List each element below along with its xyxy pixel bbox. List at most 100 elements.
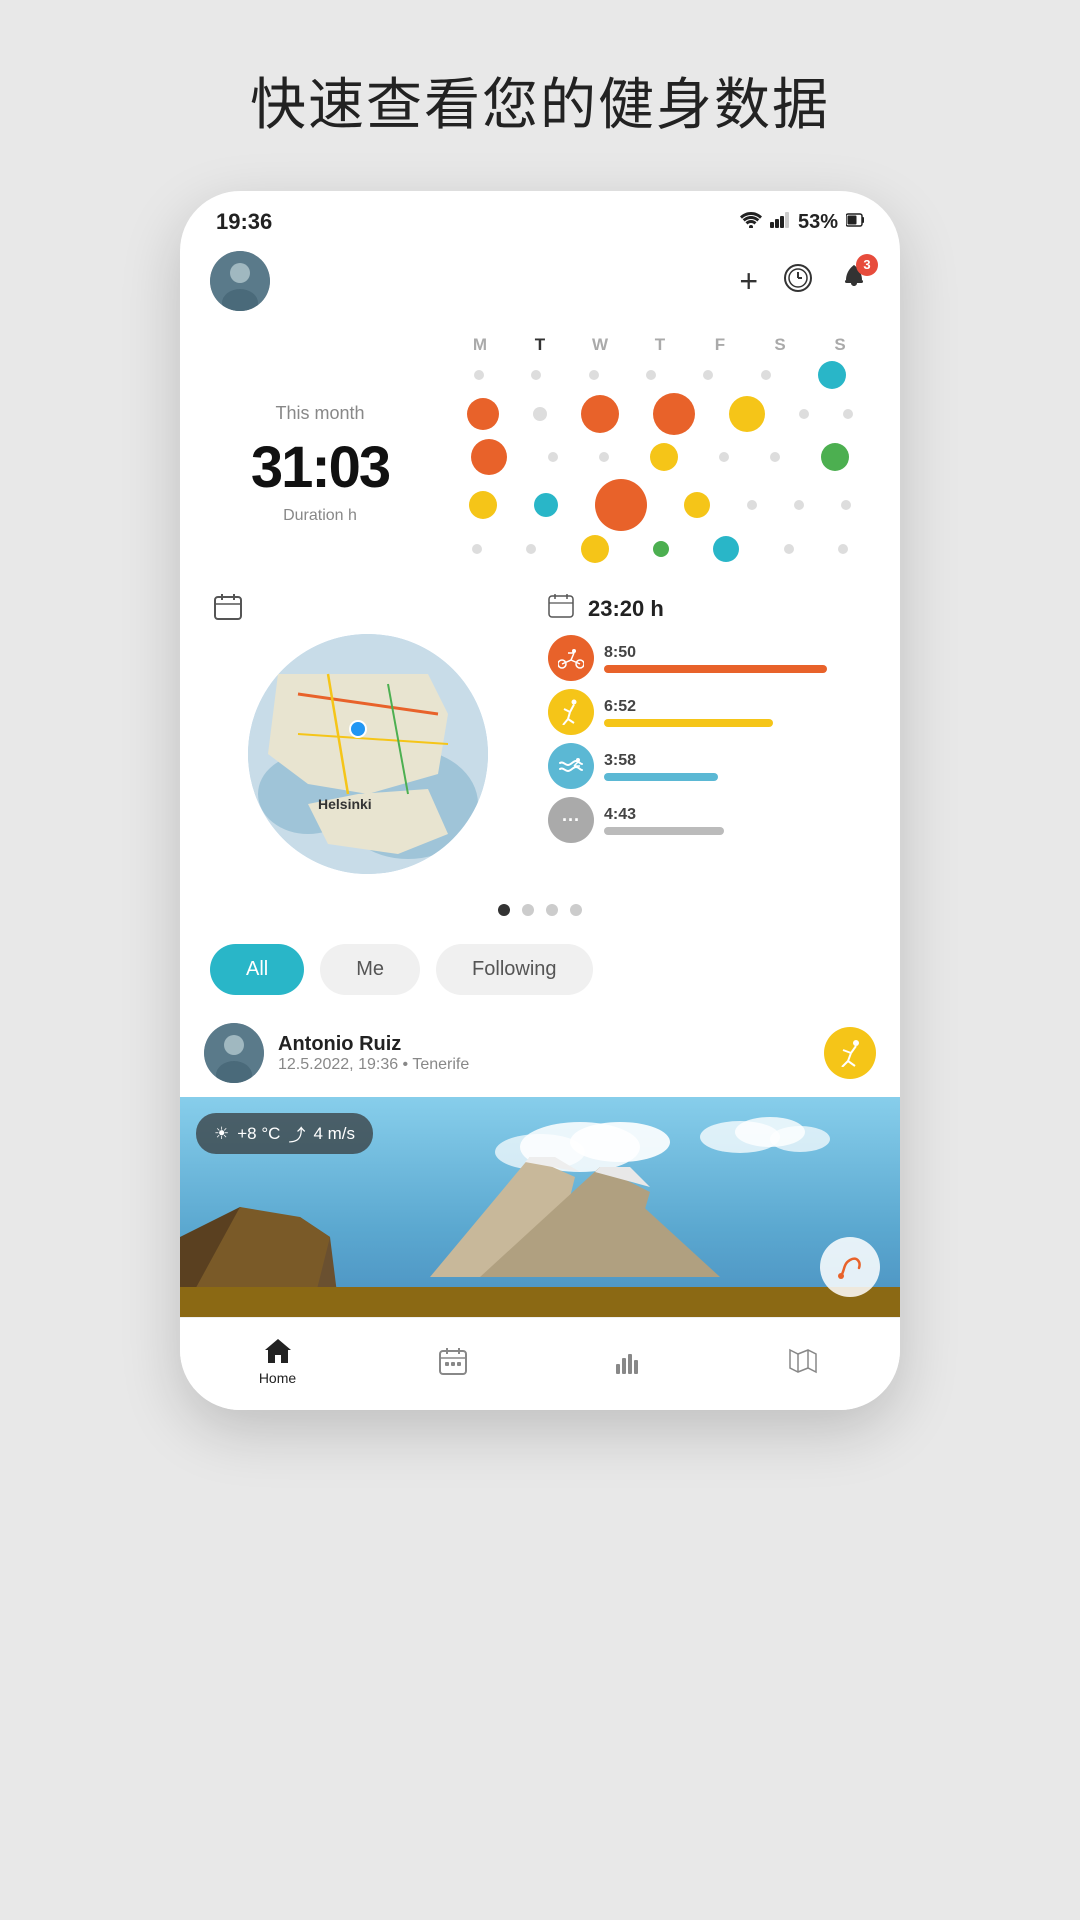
feed-avatar[interactable] [204, 1023, 264, 1083]
weekday-S: S [758, 335, 802, 355]
nav-home-label: Home [259, 1370, 296, 1386]
map-svg: Helsinki [248, 634, 488, 874]
dot-row-5 [450, 535, 870, 563]
page-dot-3[interactable] [546, 904, 558, 916]
filter-all[interactable]: All [210, 944, 304, 995]
filter-following[interactable]: Following [436, 944, 592, 995]
dot [526, 544, 536, 554]
nav-chart[interactable] [588, 1346, 668, 1376]
activity-total: 23:20 h [548, 593, 876, 625]
nav-map[interactable] [763, 1346, 843, 1376]
activity-card: 23:20 h 8:50 [548, 593, 876, 874]
nav-home[interactable]: Home [238, 1336, 318, 1386]
dot [729, 396, 765, 432]
status-bar: 19:36 [180, 191, 900, 243]
dot [818, 361, 846, 389]
dot [713, 536, 739, 562]
dot [589, 370, 599, 380]
dot [684, 492, 710, 518]
stats-section: This month 31:03 Duration h M T W T F S … [180, 325, 900, 583]
dot [761, 370, 771, 380]
feed-name: Antonio Ruiz [278, 1033, 810, 1056]
signal-icon [770, 211, 790, 234]
page-title: 快速查看您的健身数据 [250, 60, 830, 141]
page-dot-2[interactable] [522, 904, 534, 916]
dot [599, 452, 609, 462]
dot [747, 500, 757, 510]
activity-row-other: ··· 4:43 [548, 797, 876, 843]
feed-sport-icon[interactable] [824, 1027, 876, 1079]
bottom-nav: Home [180, 1317, 900, 1410]
dot [650, 443, 678, 471]
dot [534, 493, 558, 517]
filter-me[interactable]: Me [320, 944, 420, 995]
weekday-T2: T [638, 335, 682, 355]
notification-icon[interactable]: 3 [838, 262, 870, 301]
page-dot-1[interactable] [498, 904, 510, 916]
chart-icon [613, 1346, 643, 1376]
activity-row-cycling: 8:50 [548, 635, 876, 681]
duration-label: Duration h [210, 507, 430, 525]
weather-temp: +8 °C [237, 1124, 280, 1144]
cards-section: Helsinki 23:20 h [180, 583, 900, 894]
calendar-nav-icon [438, 1346, 468, 1376]
battery-icon [846, 211, 864, 234]
dot [467, 398, 499, 430]
map-card: Helsinki [204, 593, 532, 874]
dot-row-2 [450, 393, 870, 435]
wifi-icon [740, 211, 762, 234]
dot [794, 500, 804, 510]
running-icon [548, 689, 594, 735]
feed-item: Antonio Ruiz 12.5.2022, 19:36 • Tenerife [180, 1013, 900, 1097]
other-detail: 4:43 [604, 806, 876, 835]
add-button[interactable]: + [739, 263, 758, 300]
cycling-bar [604, 665, 827, 673]
weekday-T: T [518, 335, 562, 355]
dot [719, 452, 729, 462]
activity-row-swimming: 3:58 [548, 743, 876, 789]
page-dot-4[interactable] [570, 904, 582, 916]
dot [653, 393, 695, 435]
dot-row-3 [450, 439, 870, 475]
dot [474, 370, 484, 380]
cycling-time: 8:50 [604, 644, 876, 662]
home-icon [263, 1336, 293, 1366]
app-header: + 3 [180, 243, 900, 325]
weekday-M: M [458, 335, 502, 355]
dot-row-1 [450, 361, 870, 389]
map-circle: Helsinki [248, 634, 488, 874]
other-bar [604, 827, 724, 835]
route-badge[interactable] [820, 1237, 880, 1297]
header-icons: + 3 [739, 262, 870, 301]
dot-grid [450, 361, 870, 563]
stats-right: M T W T F S S [450, 335, 870, 563]
page-wrapper: 快速查看您的健身数据 19:36 [0, 0, 1080, 1920]
activity-total-label: 23:20 h [588, 596, 664, 622]
dot [821, 443, 849, 471]
period-label: This month [210, 403, 430, 424]
nav-calendar[interactable] [413, 1346, 493, 1376]
user-avatar[interactable] [210, 251, 270, 311]
dot-row-4 [450, 479, 870, 531]
running-detail: 6:52 [604, 698, 876, 727]
dot [841, 500, 851, 510]
running-bar [604, 719, 773, 727]
cycling-detail: 8:50 [604, 644, 876, 673]
dot [653, 541, 669, 557]
weekday-W: W [578, 335, 622, 355]
svg-text:Helsinki: Helsinki [318, 796, 372, 812]
dot [469, 491, 497, 519]
cycling-icon [548, 635, 594, 681]
sun-icon: ☀ [214, 1124, 229, 1144]
dot [548, 452, 558, 462]
weekday-F: F [698, 335, 742, 355]
watch-icon[interactable] [782, 262, 814, 301]
wind-icon: ⤴ [288, 1121, 305, 1146]
filter-tabs: All Me Following [180, 934, 900, 1013]
dot [471, 439, 507, 475]
stats-left: This month 31:03 Duration h [210, 335, 430, 563]
dot [646, 370, 656, 380]
status-icons: 53% [740, 211, 864, 234]
map-calendar-icon [214, 593, 242, 628]
weekday-row: M T W T F S S [450, 335, 870, 355]
